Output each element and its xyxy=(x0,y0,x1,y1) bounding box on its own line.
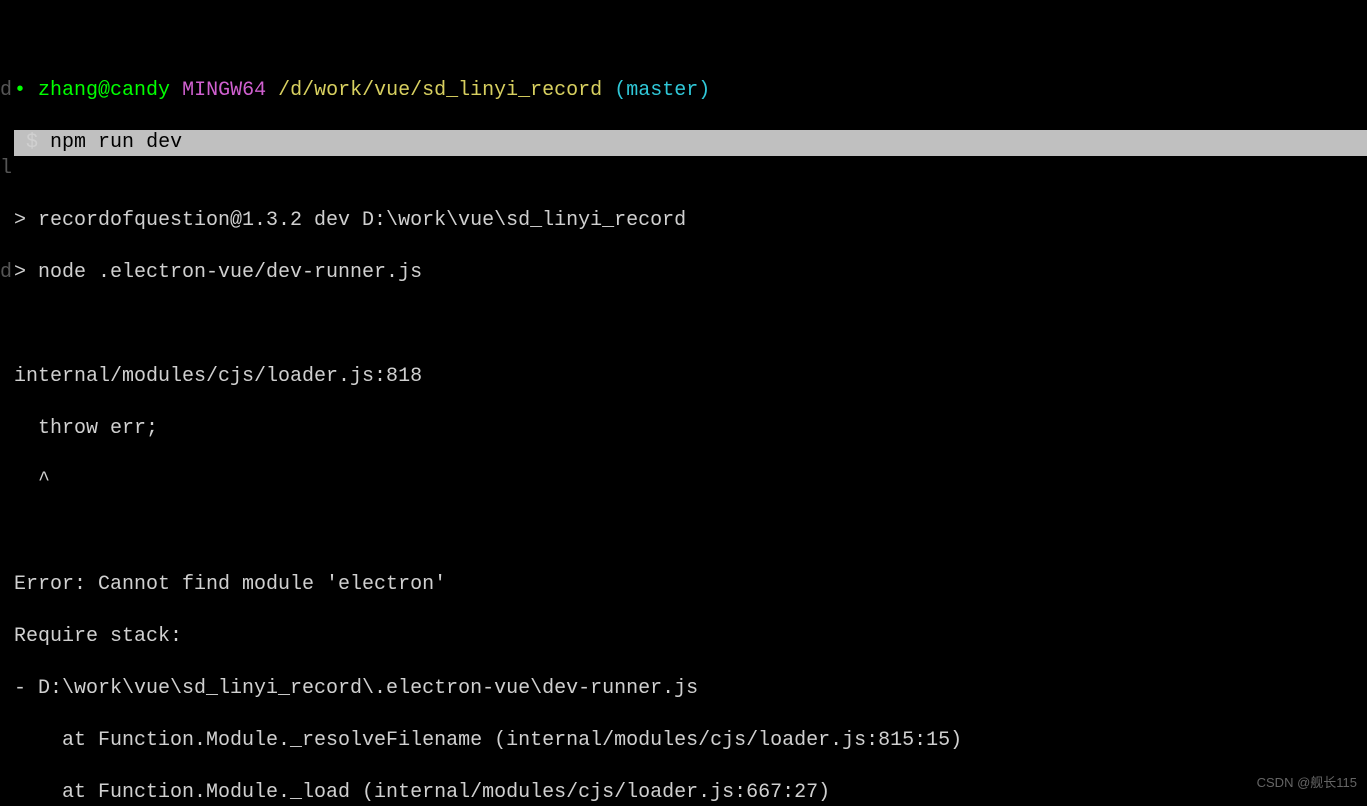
error-line: Require stack: xyxy=(14,624,1367,650)
shell-env: MINGW64 xyxy=(182,79,266,102)
gutter: d l d xyxy=(0,0,14,806)
user-host: zhang@candy xyxy=(38,79,170,102)
bullet-icon: • xyxy=(14,79,26,102)
top-gap xyxy=(14,26,1367,52)
stack-line: at Function.Module._load (internal/modul… xyxy=(14,780,1367,806)
cwd-path: /d/work/vue/sd_linyi_record xyxy=(278,79,602,102)
stack-line: at Function.Module._resolveFilename (int… xyxy=(14,728,1367,754)
loader-line-3: ^ xyxy=(14,468,1367,494)
watermark: CSDN @舰长115 xyxy=(1257,770,1357,796)
prompt-sign: $ xyxy=(26,131,38,154)
loader-line-2: throw err; xyxy=(14,416,1367,442)
npm-run-line-2: > node .electron-vue/dev-runner.js xyxy=(14,260,1367,286)
git-branch: (master) xyxy=(614,79,710,102)
blank-line xyxy=(14,312,1367,338)
blank-line xyxy=(14,520,1367,546)
command-text: npm run dev xyxy=(50,131,182,154)
terminal-output[interactable]: • zhang@candy MINGW64 /d/work/vue/sd_lin… xyxy=(14,0,1367,806)
error-line: - D:\work\vue\sd_linyi_record\.electron-… xyxy=(14,676,1367,702)
command-line[interactable]: $ npm run dev xyxy=(14,130,1367,156)
error-line: Error: Cannot find module 'electron' xyxy=(14,572,1367,598)
prompt-line: • zhang@candy MINGW64 /d/work/vue/sd_lin… xyxy=(14,78,1367,104)
npm-run-line-1: > recordofquestion@1.3.2 dev D:\work\vue… xyxy=(14,208,1367,234)
blank-line xyxy=(14,156,1367,182)
loader-line-1: internal/modules/cjs/loader.js:818 xyxy=(14,364,1367,390)
